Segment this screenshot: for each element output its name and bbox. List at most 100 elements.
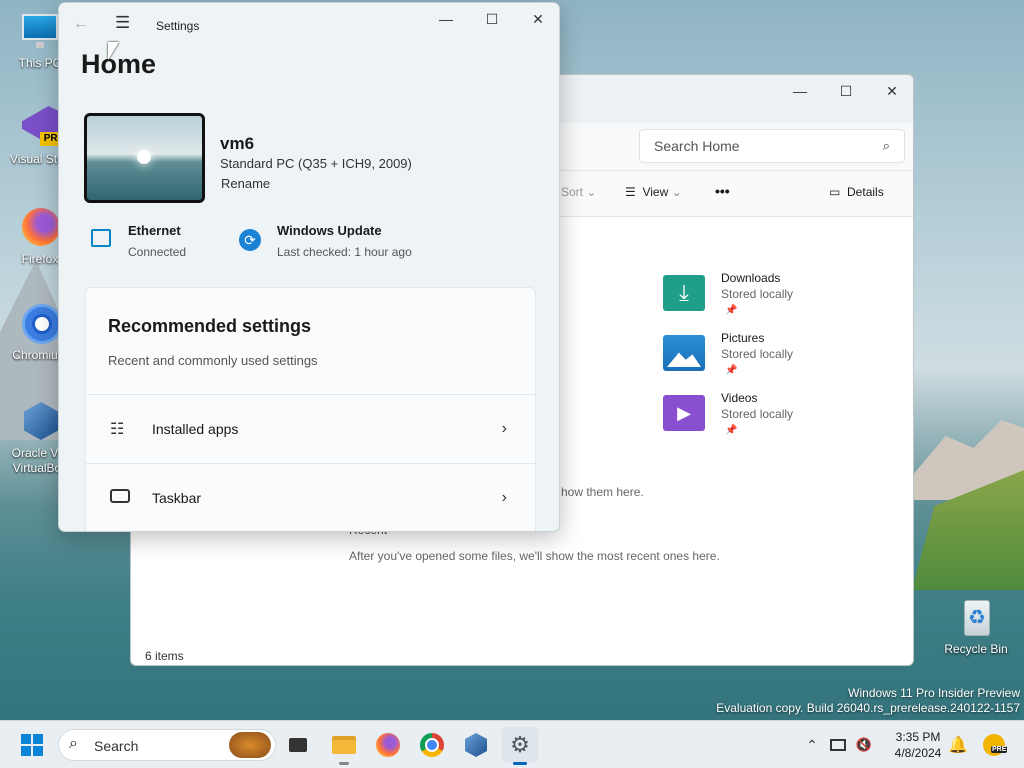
close-button[interactable]: ✕ <box>515 3 559 35</box>
taskbar-firefox[interactable] <box>370 727 406 763</box>
quick-access-downloads[interactable]: ⤓ Downloads Stored locally 📌 <box>663 271 863 325</box>
row-label: Installed apps <box>152 420 239 437</box>
taskbar: ⌕ Search ⚙ ⌃ 🔇 3:35 PM 4/8/2024 🔔 PRE <box>0 720 1024 768</box>
chevron-right-icon: › <box>501 419 507 437</box>
bell-icon: 🔔 <box>948 737 968 754</box>
favorites-hint: how them here. <box>561 485 644 499</box>
videos-folder-icon: ▶ <box>663 395 705 431</box>
firefox-icon <box>376 733 400 757</box>
search-icon: ⌕ <box>882 138 890 153</box>
gear-icon: ⚙ <box>510 732 530 757</box>
rename-link[interactable]: Rename <box>221 176 270 191</box>
watermark-line-2: Evaluation copy. Build 26040.rs_prerelea… <box>716 701 1020 715</box>
desktop-icon-label: Recycle Bin <box>944 642 1008 656</box>
folder-icon <box>332 736 356 754</box>
visual-studio-icon: PRE <box>18 106 68 150</box>
folder-name: Pictures <box>721 331 765 345</box>
sun-glow <box>137 150 151 164</box>
device-description: Standard PC (Q35 + ICH9, 2009) <box>220 156 412 171</box>
details-pane-icon: ▭ <box>829 185 841 199</box>
taskbar-chrome[interactable] <box>414 727 450 763</box>
volume-muted-icon: 🔇 <box>855 737 873 752</box>
clock[interactable]: 3:35 PM 4/8/2024 <box>888 729 948 761</box>
settings-window[interactable]: ← ☰ Settings — ☐ ✕ Home vm6 Standard PC … <box>58 2 560 532</box>
watermark: Windows 11 Pro Insider Preview Evaluatio… <box>716 686 1020 716</box>
view-button[interactable]: ☰ View ⌄ <box>625 185 682 199</box>
taskbar-icon <box>110 489 152 506</box>
chevron-right-icon: › <box>501 488 507 506</box>
window-title: Settings <box>156 19 200 33</box>
chevron-down-icon: ⌄ <box>586 185 597 199</box>
details-label: Details <box>847 185 884 199</box>
search-input[interactable]: Search Home ⌕ <box>639 129 905 163</box>
recommended-settings-card: Recommended settings Recent and commonly… <box>85 287 536 531</box>
installed-apps-icon: ☷ <box>110 420 125 438</box>
show-hidden-icons-button[interactable]: ⌃ <box>794 727 830 763</box>
start-button[interactable] <box>14 727 50 763</box>
taskbar-virtualbox[interactable] <box>458 727 494 763</box>
more-options-button[interactable]: ••• <box>715 183 730 199</box>
clock-date: 4/8/2024 <box>894 746 942 760</box>
close-button[interactable]: ✕ <box>869 75 913 107</box>
recycle-bin-icon: ♻ <box>954 596 998 640</box>
search-icon: ⌕ <box>69 735 78 752</box>
virtualbox-icon <box>18 400 62 444</box>
copilot-button[interactable]: PRE <box>976 727 1012 763</box>
row-installed-apps[interactable]: ☷ Installed apps › <box>86 394 535 462</box>
sort-label: Sort <box>561 185 584 199</box>
quick-access-pictures[interactable]: Pictures Stored locally 📌 <box>663 331 863 385</box>
maximize-button[interactable]: ☐ <box>823 75 869 107</box>
menu-button[interactable]: ☰ <box>115 13 130 33</box>
update-subtitle: Last checked: 1 hour ago <box>277 245 412 259</box>
mouse-cursor <box>108 42 119 60</box>
task-view-icon <box>289 738 307 752</box>
search-placeholder: Search Home <box>654 138 740 154</box>
quick-access-videos[interactable]: ▶ Videos Stored locally 📌 <box>663 391 863 445</box>
recent-hint: After you've opened some files, we'll sh… <box>349 549 720 563</box>
sort-button[interactable]: Sort ⌄ <box>561 185 596 199</box>
details-button[interactable]: ▭ Details <box>829 185 884 199</box>
row-label: Taskbar <box>152 489 202 506</box>
card-title: Recommended settings <box>108 316 312 336</box>
network-tray[interactable] <box>826 727 850 763</box>
copilot-icon: PRE <box>983 734 1008 756</box>
row-taskbar[interactable]: Taskbar › <box>86 463 535 531</box>
minimize-button[interactable]: — <box>777 75 823 107</box>
folder-location: Stored locally <box>721 347 794 361</box>
firefox-icon <box>18 206 62 250</box>
virtualbox-icon <box>465 733 487 757</box>
pin-icon: 📌 <box>725 305 738 316</box>
device-thumbnail <box>84 113 205 203</box>
view-label: View <box>642 185 669 199</box>
ethernet-status[interactable]: Ethernet Connected <box>89 223 219 263</box>
taskbar-file-explorer[interactable] <box>326 727 362 765</box>
view-icon: ☰ <box>625 185 636 199</box>
windows-logo-icon <box>21 734 43 756</box>
taskbar-settings[interactable]: ⚙ <box>502 727 538 765</box>
desktop-icon-recycle-bin[interactable]: ♻ Recycle Bin <box>936 596 1016 657</box>
minimize-button[interactable]: — <box>423 3 469 35</box>
folder-location: Stored locally <box>721 407 794 421</box>
windows-update-status[interactable]: ⟳ Windows Update Last checked: 1 hour ag… <box>239 223 439 263</box>
status-bar-count: 6 items <box>145 649 184 663</box>
taskbar-task-view[interactable] <box>280 727 316 763</box>
search-label: Search <box>94 738 139 754</box>
back-button[interactable]: ← <box>73 15 89 33</box>
maximize-button[interactable]: ☐ <box>469 3 515 35</box>
folder-location: Stored locally <box>721 287 794 301</box>
update-title: Windows Update <box>277 223 382 238</box>
network-icon <box>830 739 846 751</box>
folder-name: Downloads <box>721 271 781 285</box>
chevron-down-icon: ⌄ <box>671 185 682 199</box>
watermark-line-1: Windows 11 Pro Insider Preview <box>848 686 1020 700</box>
volume-tray[interactable]: 🔇 <box>852 727 876 763</box>
notifications-button[interactable]: 🔔 <box>940 727 976 763</box>
ethernet-subtitle: Connected <box>128 245 187 259</box>
monitor-icon <box>18 10 62 54</box>
card-subtitle: Recent and commonly used settings <box>108 353 318 368</box>
chrome-icon <box>420 733 444 757</box>
taskbar-search[interactable]: ⌕ Search <box>58 729 276 761</box>
folder-name: Videos <box>721 391 758 405</box>
ethernet-icon <box>91 229 111 247</box>
chevron-up-icon: ⌃ <box>806 736 818 753</box>
